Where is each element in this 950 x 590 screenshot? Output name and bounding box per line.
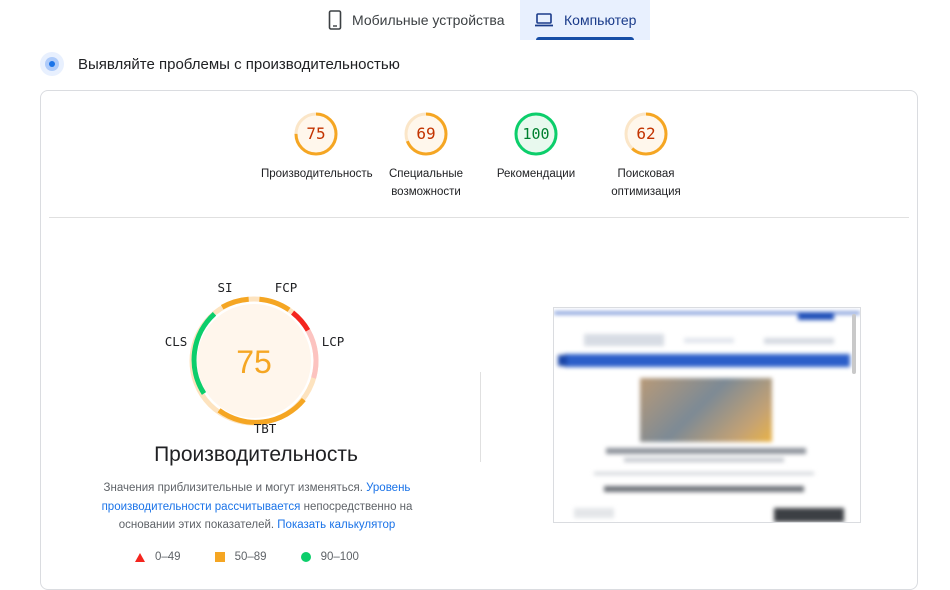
category-scores: 75 Производительность 69 Специальные воз…	[41, 111, 917, 221]
score-gauge-accessibility[interactable]: 69 Специальные возможности	[371, 111, 481, 201]
tab-desktop[interactable]: Компьютер	[520, 0, 650, 40]
square-icon	[214, 552, 225, 562]
phone-icon	[328, 10, 342, 30]
diagnose-pulse-icon	[40, 52, 64, 76]
vertical-divider	[480, 372, 481, 462]
legend-range: 0–49	[155, 551, 181, 563]
score-legend: 0–49 50–89 90–100	[135, 551, 393, 563]
tab-mobile[interactable]: Мобильные устройства	[318, 0, 528, 40]
active-tab-indicator	[536, 37, 634, 40]
legend-item-pass: 90–100	[300, 551, 359, 563]
screenshot-preview	[554, 308, 860, 522]
score-value: 69	[416, 124, 435, 143]
metric-label-lcp: LCP	[322, 334, 345, 349]
score-label: Поисковая оптимизация	[611, 168, 681, 198]
metric-label-fcp: FCP	[275, 281, 298, 295]
score-value: 75	[306, 124, 325, 143]
circle-icon	[300, 552, 311, 562]
laptop-icon	[534, 12, 554, 28]
score-value: 62	[636, 124, 655, 143]
legend-range: 90–100	[320, 551, 359, 563]
performance-score: 75	[236, 344, 272, 380]
score-label: Производительность	[261, 168, 373, 180]
score-value: 100	[522, 125, 549, 143]
metric-label-cls: CLS	[165, 334, 188, 349]
score-label: Рекомендации	[496, 168, 576, 180]
show-calculator-link[interactable]: Показать калькулятор	[277, 519, 395, 531]
tab-desktop-label: Компьютер	[564, 12, 637, 28]
preview-scrollbar	[852, 314, 856, 374]
final-screenshot[interactable]	[553, 307, 861, 523]
score-gauge-seo[interactable]: 62 Поисковая оптимизация	[591, 111, 701, 201]
legend-range: 50–89	[234, 551, 267, 563]
section-heading: Выявляйте проблемы с производительностью	[40, 52, 400, 76]
report-card: 75 Производительность 69 Специальные воз…	[40, 90, 918, 590]
section-divider	[49, 217, 909, 218]
legend-item-average: 50–89	[214, 551, 267, 563]
performance-title: Производительность	[154, 443, 358, 466]
score-gauge-performance[interactable]: 75 Производительность	[261, 111, 373, 183]
performance-gauge: 75 SI FCP LCP TBT CLS	[41, 281, 471, 581]
metric-label-si: SI	[217, 281, 232, 295]
tab-mobile-label: Мобильные устройства	[352, 12, 505, 28]
section-title: Выявляйте проблемы с производительностью	[78, 55, 400, 73]
metric-label-tbt: TBT	[254, 421, 277, 436]
device-tabs: Мобильные устройства Компьютер	[0, 0, 950, 40]
description-text: Значения приблизительные и могут изменят…	[103, 482, 367, 494]
score-gauge-best-practices[interactable]: 100 Рекомендации	[481, 111, 591, 183]
performance-description: Значения приблизительные и могут изменят…	[87, 479, 427, 535]
score-label: Специальные возможности	[388, 168, 464, 198]
legend-item-fail: 0–49	[135, 551, 181, 563]
triangle-icon	[135, 552, 145, 562]
